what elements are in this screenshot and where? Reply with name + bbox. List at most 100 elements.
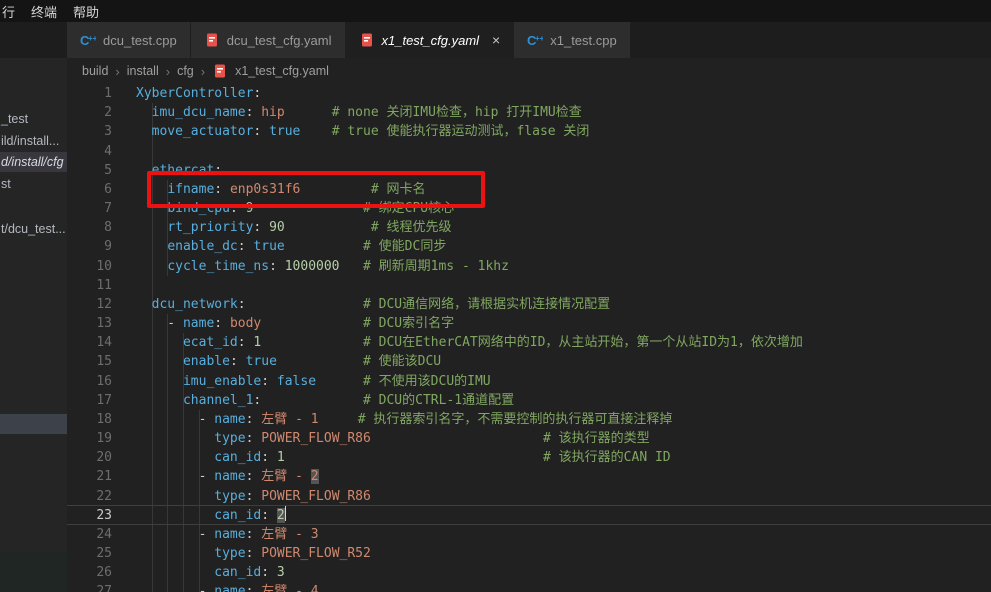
code-text: - name: 左臂 - 1 # 执行器索引名字，不需要控制的执行器可直接注释掉 [136, 410, 672, 429]
breadcrumb-item-cfg[interactable]: cfg [177, 64, 194, 78]
text-cursor [285, 506, 287, 521]
token-com: # none 关闭IMU检查，hip 打开IMU检查 [332, 105, 582, 120]
line-number: 19 [67, 429, 112, 448]
token-str: body [230, 316, 261, 331]
token-pln [136, 354, 183, 369]
code-line-22[interactable]: 22 type: POWER_FLOW_R86 [0, 487, 991, 506]
code-text: imu_dcu_name: hip # none 关闭IMU检查，hip 打开I… [136, 103, 582, 122]
code-line-26[interactable]: 26 can_id: 3 [0, 563, 991, 582]
code-text: dcu_network: # DCU通信网络，请根据实机连接情况配置 [136, 295, 610, 314]
token-str: 左臂 - 1 [261, 412, 318, 427]
token-pln: : [253, 220, 269, 235]
menu-item-终端[interactable]: 终端 [31, 2, 57, 21]
code-line-1[interactable]: 1XyberController: [0, 84, 991, 103]
token-key: channel_1 [183, 393, 253, 408]
token-str: hip [261, 105, 284, 120]
tab-x1_test.cpp[interactable]: C++x1_test.cpp [514, 22, 631, 58]
code-line-3[interactable]: 3 move_actuator: true # true 使能执行器运动测试，f… [0, 122, 991, 141]
code-line-23[interactable]: 23 can_id: 2 [0, 506, 991, 525]
token-com: # 执行器索引名字，不需要控制的执行器可直接注释掉 [358, 412, 673, 427]
tab-x1_test_cfg.yaml[interactable]: x1_test_cfg.yaml × [346, 22, 515, 58]
line-number: 20 [67, 448, 112, 467]
token-pln [136, 450, 214, 465]
code-line-19[interactable]: 19 type: POWER_FLOW_R86 # 该执行器的类型 [0, 429, 991, 448]
token-str: 左臂 - 3 [261, 527, 318, 542]
tab-label: x1_test_cfg.yaml [382, 33, 480, 48]
breadcrumb-file[interactable]: x1_test_cfg.yaml [235, 64, 329, 78]
token-pln: : [261, 565, 277, 580]
token-com: # 该执行器的类型 [543, 431, 650, 446]
line-number: 12 [67, 295, 112, 314]
token-pln [285, 105, 332, 120]
token-pln: : [269, 259, 285, 274]
menu-item-帮助[interactable]: 帮助 [73, 2, 99, 21]
code-line-21[interactable]: 21 - name: 左臂 - 2 [0, 467, 991, 486]
token-str: 左臂 - 4 [261, 584, 318, 592]
tab-dcu_test_cfg.yaml[interactable]: dcu_test_cfg.yaml [191, 22, 346, 58]
code-line-4[interactable]: 4 [0, 142, 991, 161]
token-pln [136, 220, 167, 235]
code-line-10[interactable]: 10 cycle_time_ns: 1000000 # 刷新周期1ms - 1k… [0, 257, 991, 276]
line-number: 23 [67, 506, 112, 525]
token-key: ecat_id [183, 335, 238, 350]
token-pln: : [214, 316, 230, 331]
token-pln: : [253, 86, 261, 101]
line-number: 26 [67, 563, 112, 582]
token-pln [340, 259, 363, 274]
token-key: name [214, 469, 245, 484]
code-line-2[interactable]: 2 imu_dcu_name: hip # none 关闭IMU检查，hip 打… [0, 103, 991, 122]
token-com: # DCU的CTRL-1通道配置 [363, 393, 514, 408]
cpp-file-icon: C++ [80, 32, 96, 48]
code-line-12[interactable]: 12 dcu_network: # DCU通信网络，请根据实机连接情况配置 [0, 295, 991, 314]
token-pln [246, 297, 363, 312]
code-line-18[interactable]: 18 - name: 左臂 - 1 # 执行器索引名字，不需要控制的执行器可直接… [0, 410, 991, 429]
code-line-25[interactable]: 25 type: POWER_FLOW_R52 [0, 544, 991, 563]
tab-close-icon[interactable]: × [492, 33, 500, 47]
code-line-20[interactable]: 20 can_id: 1 # 该执行器的CAN ID [0, 448, 991, 467]
code-line-13[interactable]: 13 - name: body # DCU索引名字 [0, 314, 991, 333]
token-pln [285, 450, 543, 465]
line-number: 4 [67, 142, 112, 161]
code-line-14[interactable]: 14 ecat_id: 1 # DCU在EtherCAT网络中的ID，从主站开始… [0, 333, 991, 352]
line-number: 3 [67, 122, 112, 141]
token-num: 3 [277, 565, 285, 580]
token-pln: : [261, 450, 277, 465]
code-line-15[interactable]: 15 enable: true # 使能该DCU [0, 352, 991, 371]
token-pln [136, 259, 167, 274]
tab-dcu_test.cpp[interactable]: C++dcu_test.cpp [67, 22, 191, 58]
token-str: 左臂 - [261, 469, 310, 484]
token-com: # 线程优先级 [371, 220, 452, 235]
token-str: POWER_FLOW_R86 [261, 431, 371, 446]
code-text: cycle_time_ns: 1000000 # 刷新周期1ms - 1khz [136, 257, 509, 276]
chevron-right-icon: › [201, 64, 205, 79]
line-number: 1 [67, 84, 112, 103]
token-pln: - [136, 469, 214, 484]
breadcrumb[interactable]: build›install›cfg›x1_test_cfg.yaml [82, 60, 329, 82]
code-line-11[interactable]: 11 [0, 276, 991, 295]
token-bool: false [277, 374, 316, 389]
breadcrumb-item-build[interactable]: build [82, 64, 108, 78]
line-number: 11 [67, 276, 112, 295]
token-key: rt_priority [167, 220, 253, 235]
code-text: enable: true # 使能该DCU [136, 352, 441, 371]
token-pln: : [238, 239, 254, 254]
line-number: 6 [67, 180, 112, 199]
code-line-17[interactable]: 17 channel_1: # DCU的CTRL-1通道配置 [0, 391, 991, 410]
token-pln: : [261, 374, 277, 389]
line-number: 17 [67, 391, 112, 410]
breadcrumb-item-install[interactable]: install [127, 64, 159, 78]
token-pln [300, 124, 331, 139]
token-pln [136, 124, 152, 139]
tab-strip: ⋯ C++dcu_test.cppdcu_test_cfg.yamlx1_tes… [0, 22, 991, 58]
code-line-27[interactable]: 27 - name: 左臂 - 4 [0, 582, 991, 592]
token-pln: : [246, 584, 262, 592]
code-line-9[interactable]: 9 enable_dc: true # 使能DC同步 [0, 237, 991, 256]
menu-item-行[interactable]: 行 [2, 2, 15, 21]
token-key: name [214, 412, 245, 427]
token-str: POWER_FLOW_R86 [261, 489, 371, 504]
code-line-24[interactable]: 24 - name: 左臂 - 3 [0, 525, 991, 544]
code-line-8[interactable]: 8 rt_priority: 90 # 线程优先级 [0, 218, 991, 237]
code-line-16[interactable]: 16 imu_enable: false # 不使用该DCU的IMU [0, 372, 991, 391]
token-key: cycle_time_ns [167, 259, 269, 274]
code-text: move_actuator: true # true 使能执行器运动测试，fla… [136, 122, 589, 141]
